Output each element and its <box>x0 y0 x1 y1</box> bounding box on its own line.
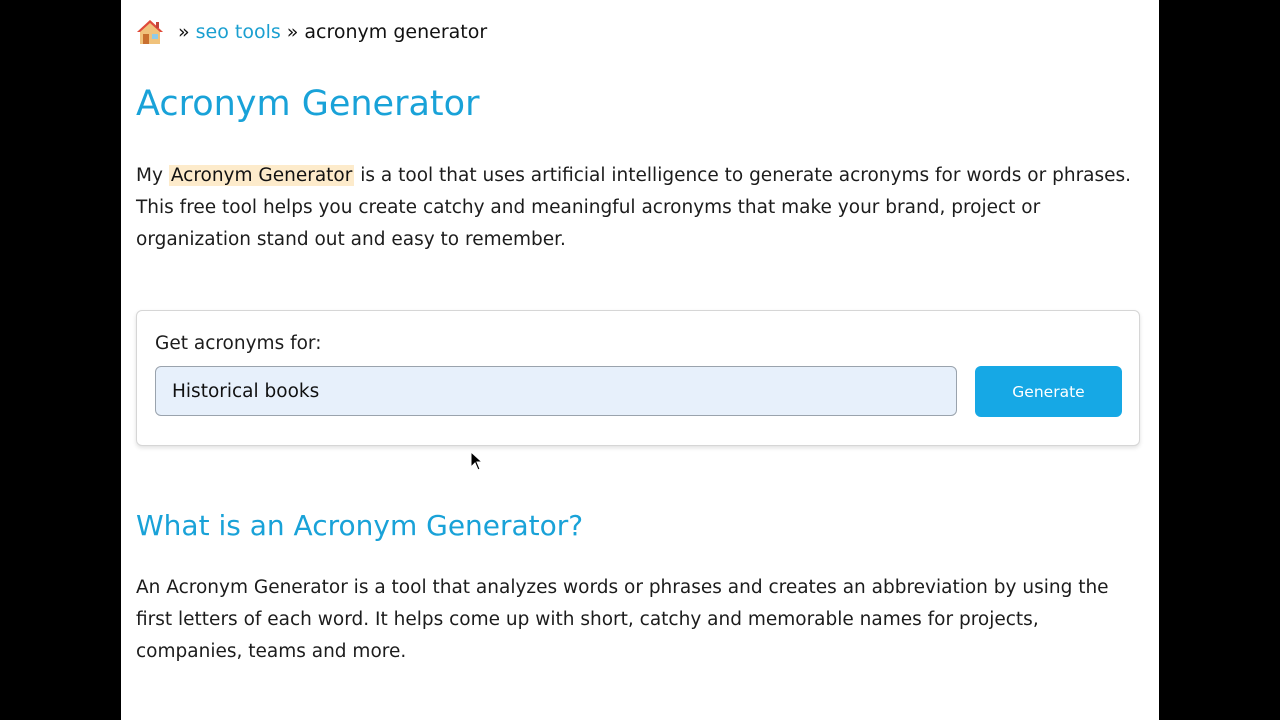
acronym-input[interactable] <box>155 366 957 416</box>
breadcrumb-separator: » <box>178 21 190 43</box>
section-title: What is an Acronym Generator? <box>136 509 584 542</box>
breadcrumb-current: acronym generator <box>304 21 488 43</box>
intro-text-start: My <box>136 165 163 186</box>
acronym-tool-card: Get acronyms for: Generate <box>136 310 1140 446</box>
section-paragraph: An Acronym Generator is a tool that anal… <box>136 577 1109 662</box>
breadcrumb: » seo tools » acronym generator <box>136 16 487 48</box>
mouse-pointer-icon <box>470 451 484 471</box>
breadcrumb-link-seo-tools[interactable]: seo tools <box>196 21 281 43</box>
page-title: Acronym Generator <box>136 84 480 124</box>
intro-highlight: Acronym Generator <box>168 165 355 186</box>
input-label: Get acronyms for: <box>155 333 322 354</box>
page: » seo tools » acronym generator Acronym … <box>121 0 1159 720</box>
house-icon[interactable] <box>136 18 164 46</box>
generate-button[interactable]: Generate <box>975 366 1122 417</box>
breadcrumb-separator: » <box>286 21 299 43</box>
intro-paragraph: My Acronym Generator is a tool that uses… <box>136 160 1146 256</box>
